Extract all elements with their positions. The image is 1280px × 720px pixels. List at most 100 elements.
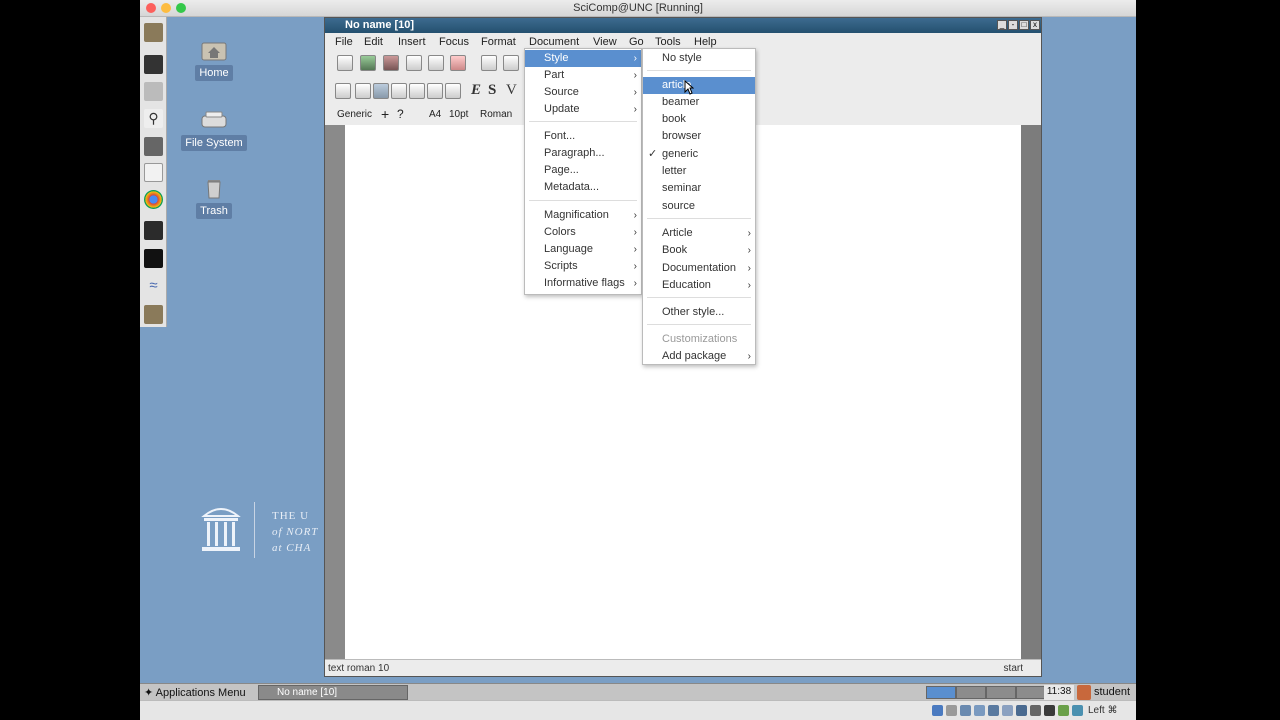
disk-icon[interactable] — [144, 82, 163, 101]
menu-format[interactable]: Format — [481, 36, 516, 48]
style-seminar[interactable]: seminar — [643, 180, 755, 197]
export-icon[interactable] — [450, 55, 466, 71]
menu-go[interactable]: Go — [629, 36, 644, 48]
indent-icon[interactable] — [427, 83, 443, 99]
align-center-icon[interactable] — [355, 83, 371, 99]
font-selector[interactable]: Roman — [480, 109, 512, 120]
text-editor-icon[interactable] — [144, 163, 163, 182]
scrollbar[interactable] — [1021, 125, 1041, 659]
inkscape-icon[interactable] — [144, 249, 163, 268]
tools-icon[interactable] — [428, 55, 444, 71]
print-icon[interactable] — [406, 55, 422, 71]
align-left-icon[interactable] — [335, 83, 351, 99]
paste-icon[interactable] — [503, 55, 519, 71]
strong-icon[interactable]: S — [488, 82, 496, 99]
style-beamer[interactable]: beamer — [643, 94, 755, 111]
style-group-education[interactable]: Education › — [643, 277, 755, 294]
cpu-icon[interactable] — [1030, 705, 1041, 716]
menu-item-style[interactable]: Style › — [525, 50, 641, 67]
outdent-icon[interactable] — [445, 83, 461, 99]
help-icon[interactable]: ? — [397, 107, 404, 121]
menu-edit[interactable]: Edit — [364, 36, 383, 48]
menu-tools[interactable]: Tools — [655, 36, 681, 48]
menu-help[interactable]: Help — [694, 36, 717, 48]
display-icon[interactable] — [988, 705, 999, 716]
menu-item-metadata[interactable]: Metadata... — [525, 179, 641, 196]
menu-focus[interactable]: Focus — [439, 36, 469, 48]
emphasis-icon[interactable]: E — [471, 82, 481, 99]
workspace-3[interactable] — [986, 686, 1016, 699]
clock[interactable]: 11:38 — [1044, 685, 1074, 700]
menu-item-magnification[interactable]: Magnification › — [525, 207, 641, 224]
keyboard-icon[interactable] — [1058, 705, 1069, 716]
style-other[interactable]: Other style... — [643, 304, 755, 321]
desktop-icon-file-system[interactable]: File System — [174, 109, 254, 151]
app-titlebar[interactable]: No name [10] _ - □ x — [325, 18, 1041, 33]
menu-document[interactable]: Document — [529, 36, 579, 48]
menu-item-source[interactable]: Source › — [525, 84, 641, 101]
menu-insert[interactable]: Insert — [398, 36, 426, 48]
folder-icon[interactable] — [144, 305, 163, 324]
plus-icon[interactable]: + — [381, 106, 389, 122]
optical-icon[interactable] — [946, 705, 957, 716]
folder-icon[interactable] — [144, 23, 163, 42]
menu-item-part[interactable]: Part › — [525, 67, 641, 84]
add-package[interactable]: Add package › — [643, 348, 755, 365]
menu-item-paragraph[interactable]: Paragraph... — [525, 145, 641, 162]
chrome-icon[interactable] — [144, 190, 163, 209]
menu-view[interactable]: View — [593, 36, 617, 48]
terminal-icon[interactable] — [144, 55, 163, 74]
mouse-integration-icon[interactable] — [1044, 705, 1055, 716]
style-group-documentation[interactable]: Documentation › — [643, 260, 755, 277]
wave-icon[interactable]: ≈ — [144, 277, 163, 296]
workspace-2[interactable] — [956, 686, 986, 699]
maximize-button[interactable]: □ — [1019, 20, 1029, 30]
style-letter[interactable]: letter — [643, 163, 755, 180]
style-book[interactable]: book — [643, 111, 755, 128]
workspace-1[interactable] — [926, 686, 956, 699]
hdd-icon[interactable] — [932, 705, 943, 716]
menu-file[interactable]: File — [335, 36, 353, 48]
workspace-4[interactable] — [1016, 686, 1046, 699]
app-icon[interactable] — [144, 221, 163, 240]
menu-item-language[interactable]: Language › — [525, 241, 641, 258]
username[interactable]: student — [1094, 686, 1130, 698]
menu-item-colors[interactable]: Colors › — [525, 224, 641, 241]
taskbar-window-button[interactable]: No name [10] — [258, 685, 408, 700]
shared-folder-icon[interactable] — [974, 705, 985, 716]
arrow-icon[interactable] — [1072, 705, 1083, 716]
style-browser[interactable]: browser — [643, 128, 755, 145]
style-article[interactable]: article — [643, 77, 755, 94]
save-icon[interactable] — [383, 55, 399, 71]
style-source[interactable]: source — [643, 198, 755, 215]
camera-icon[interactable] — [144, 137, 163, 156]
open-icon[interactable] — [360, 55, 376, 71]
menu-item-page[interactable]: Page... — [525, 162, 641, 179]
menu-item-informative-flags[interactable]: Informative flags › — [525, 275, 641, 292]
menu-item-font[interactable]: Font... — [525, 128, 641, 145]
close-button[interactable]: x — [1030, 20, 1040, 30]
desktop-icon-home[interactable]: Home — [174, 39, 254, 81]
list-icon[interactable] — [409, 83, 425, 99]
network-icon[interactable] — [1002, 705, 1013, 716]
search-icon[interactable]: ⚲ — [144, 109, 163, 128]
copy-icon[interactable] — [481, 55, 497, 71]
style-generic[interactable]: ✓ generic — [643, 146, 755, 163]
style-group-article[interactable]: Article › — [643, 225, 755, 242]
desktop-icon-trash[interactable]: Trash — [174, 177, 254, 219]
minimize-button[interactable]: _ — [997, 20, 1007, 30]
new-document-icon[interactable] — [337, 55, 353, 71]
verbatim-icon[interactable]: V — [506, 82, 517, 99]
shade-button[interactable]: - — [1008, 20, 1018, 30]
align-right-icon[interactable] — [373, 83, 389, 99]
font-size-selector[interactable]: 10pt — [449, 109, 468, 120]
usb-icon[interactable] — [960, 705, 971, 716]
style-group-book[interactable]: Book › — [643, 242, 755, 259]
justify-icon[interactable] — [391, 83, 407, 99]
menu-item-update[interactable]: Update › — [525, 101, 641, 118]
menu-item-scripts[interactable]: Scripts › — [525, 258, 641, 275]
paper-selector[interactable]: A4 — [429, 109, 441, 120]
style-no-style[interactable]: No style — [643, 50, 755, 67]
style-selector[interactable]: Generic — [337, 109, 372, 120]
applications-menu[interactable]: ✦ Applications Menu — [144, 686, 246, 699]
